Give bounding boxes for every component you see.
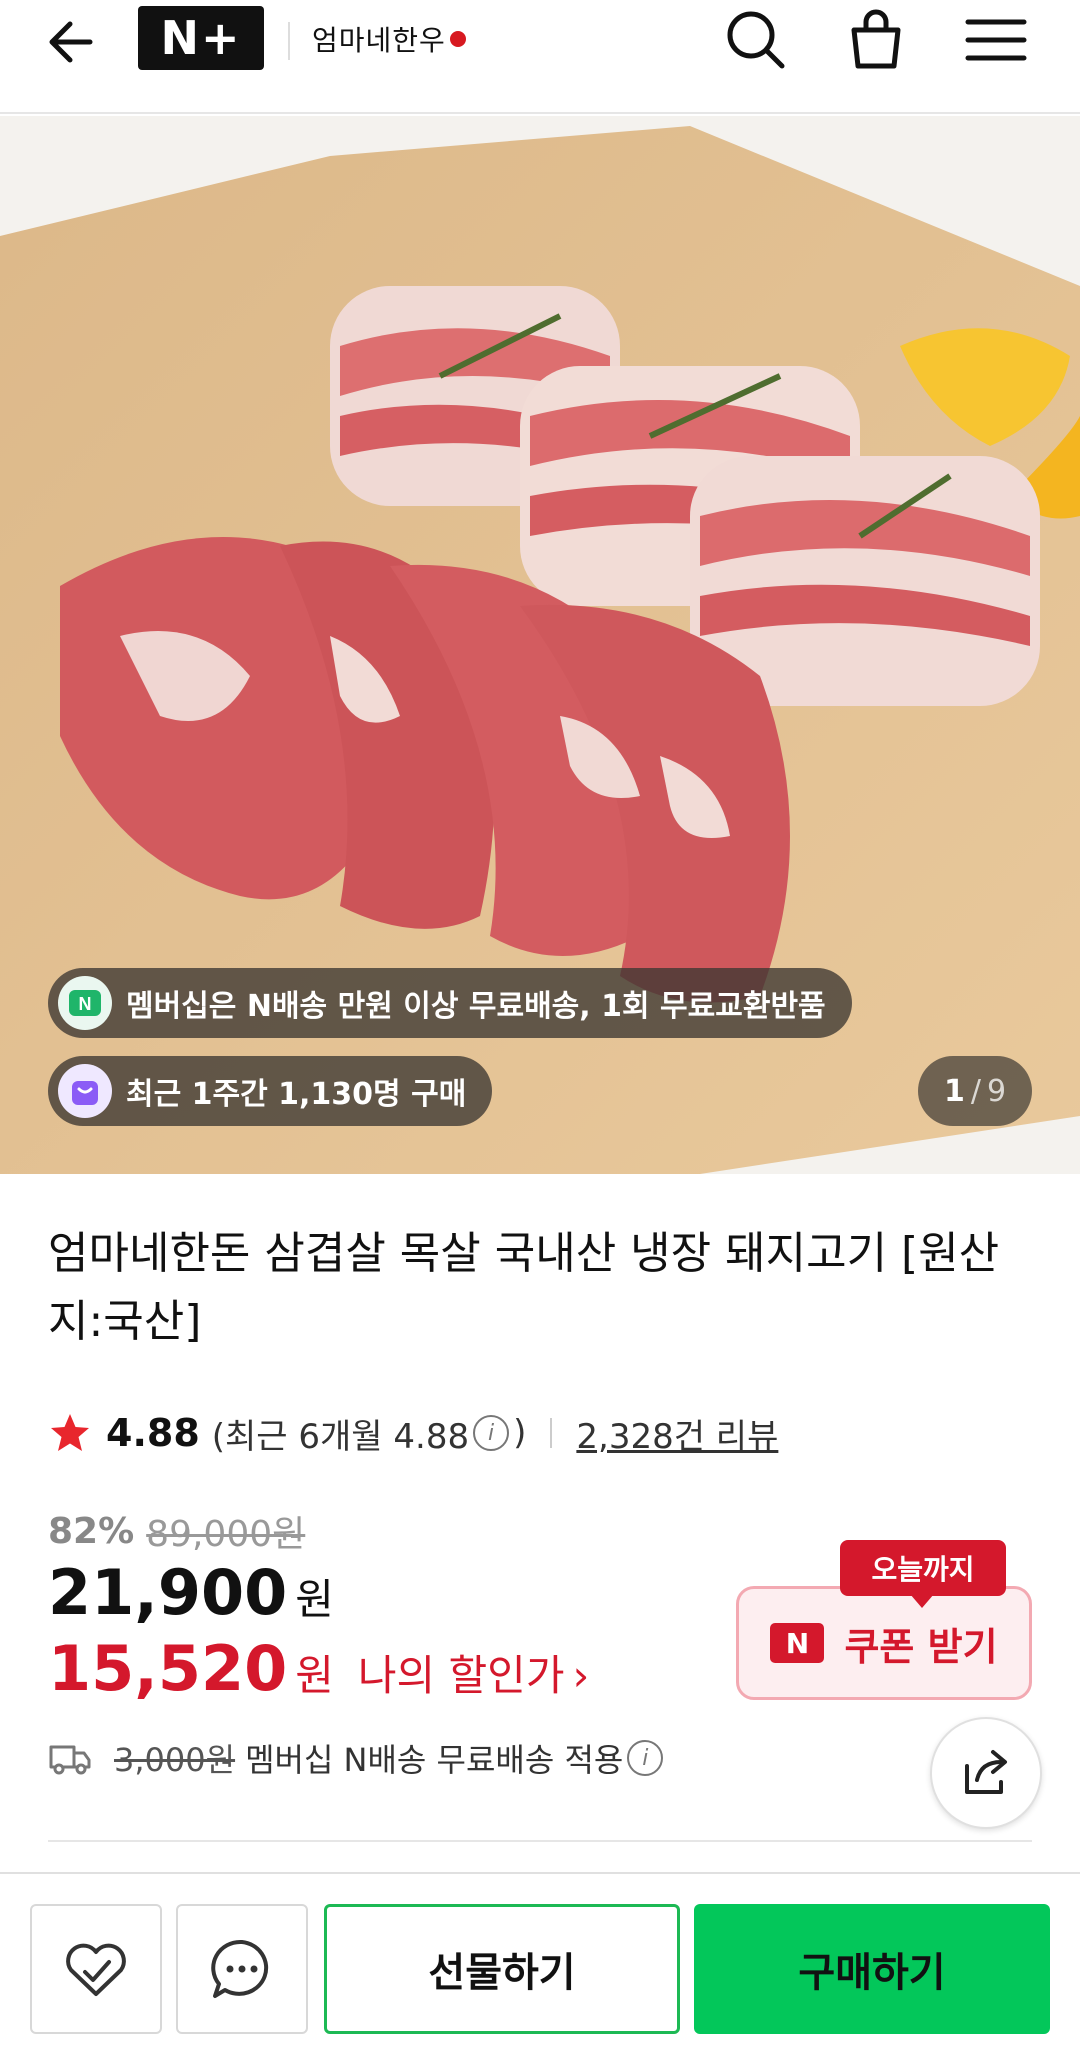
rating-recent-suffix: ) <box>513 1413 527 1453</box>
image-page-counter: 1/9 <box>918 1056 1032 1126</box>
my-discount-price-link[interactable]: 15,520 원 나의 할인가 › <box>48 1632 589 1705</box>
shopping-bag-icon <box>58 1064 112 1118</box>
my-price-unit: 원 <box>295 1651 334 1700</box>
cart-button[interactable] <box>840 4 912 76</box>
page-total: 9 <box>986 1073 1007 1109</box>
recent-purchase-pill: 최근 1주간 1,130명 구매 <box>48 1056 493 1126</box>
page-current: 1 <box>943 1073 965 1109</box>
share-icon <box>965 1750 1007 1794</box>
top-header: N+ 엄마네한우 <box>0 0 1080 114</box>
membership-benefit-text: 멤버십은 N배송 만원 이상 무료배송, 1회 무료교환반품 <box>126 989 826 1024</box>
discount-percent: 82% <box>48 1510 135 1552</box>
bottom-action-bar: 선물하기 구매하기 <box>0 1872 1080 2058</box>
store-logo[interactable]: 엄마네한우 <box>312 8 552 70</box>
heart-check-icon <box>66 1943 126 1996</box>
chevron-right-icon: › <box>572 1651 590 1700</box>
shipping-info: 3,000원 멤버십 N배송 무료배송 적용 i <box>48 1735 667 1781</box>
search-icon <box>727 11 785 69</box>
coupon-button[interactable]: N 쿠폰 받기 <box>736 1586 1032 1700</box>
discount-row: 82% 89,000원 <box>48 1505 305 1557</box>
star-icon <box>51 1414 89 1451</box>
membership-benefit-pill[interactable]: N 멤버십은 N배송 만원 이상 무료배송, 1회 무료교환반품 <box>48 968 852 1038</box>
truck-icon <box>49 1745 91 1775</box>
rating-divider <box>550 1418 553 1448</box>
menu-button[interactable] <box>960 4 1032 76</box>
review-count-link[interactable]: 2,328건 리뷰 <box>576 1409 778 1458</box>
naver-n-icon: N <box>770 1623 825 1663</box>
sale-price-value: 21,900 <box>48 1556 288 1629</box>
gift-button[interactable]: 선물하기 <box>324 1904 680 2034</box>
shipping-info-icon[interactable]: i <box>627 1740 664 1776</box>
original-price: 89,000원 <box>146 1514 306 1555</box>
shipping-fee: 3,000원 <box>114 1741 236 1779</box>
chat-button[interactable] <box>176 1904 308 2034</box>
shopping-bag-icon <box>851 9 901 69</box>
store-seal-icon <box>449 31 466 47</box>
rating-row: 4.88 (최근 6개월 4.88 i ) 2,328건 리뷰 <box>48 1405 778 1461</box>
section-divider <box>48 1840 1032 1842</box>
membership-n-icon: N <box>58 976 112 1030</box>
buy-button[interactable]: 구매하기 <box>694 1904 1050 2034</box>
my-price-value: 15,520 <box>48 1632 288 1705</box>
recent-purchase-text: 최근 1주간 1,130명 구매 <box>126 1077 467 1112</box>
search-button[interactable] <box>720 4 792 76</box>
hamburger-menu-icon <box>965 19 1027 61</box>
sale-price: 21,900 원 <box>48 1556 334 1629</box>
back-button[interactable] <box>40 8 108 76</box>
rating-score: 4.88 <box>106 1411 200 1455</box>
rating-recent-prefix: (최근 6개월 4.88 <box>211 1416 470 1457</box>
coupon-label: 쿠폰 받기 <box>844 1624 998 1669</box>
rating-info-icon[interactable]: i <box>473 1415 510 1451</box>
header-divider <box>288 22 290 60</box>
arrow-left-icon <box>49 21 93 63</box>
product-image-carousel[interactable]: N 멤버십은 N배송 만원 이상 무료배송, 1회 무료교환반품 최근 1주간 … <box>0 116 1080 1174</box>
coupon-deadline-badge: 오늘까지 <box>840 1540 1006 1608</box>
chat-bubble-icon <box>211 1939 269 1998</box>
wishlist-button[interactable] <box>30 1904 162 2034</box>
sale-price-unit: 원 <box>295 1575 334 1624</box>
share-button[interactable] <box>930 1717 1042 1829</box>
page-separator: / <box>970 1073 981 1109</box>
nplus-store-badge[interactable]: N+ <box>138 6 264 70</box>
product-title: 엄마네한돈 삼겹살 목살 국내산 냉장 돼지고기 [원산지:국산] <box>48 1228 1000 1347</box>
store-name: 엄마네한우 <box>312 24 446 57</box>
shipping-text: 멤버십 N배송 무료배송 적용 <box>245 1741 624 1779</box>
svg-text:N: N <box>79 994 92 1014</box>
my-price-label: 나의 할인가 <box>357 1651 565 1700</box>
